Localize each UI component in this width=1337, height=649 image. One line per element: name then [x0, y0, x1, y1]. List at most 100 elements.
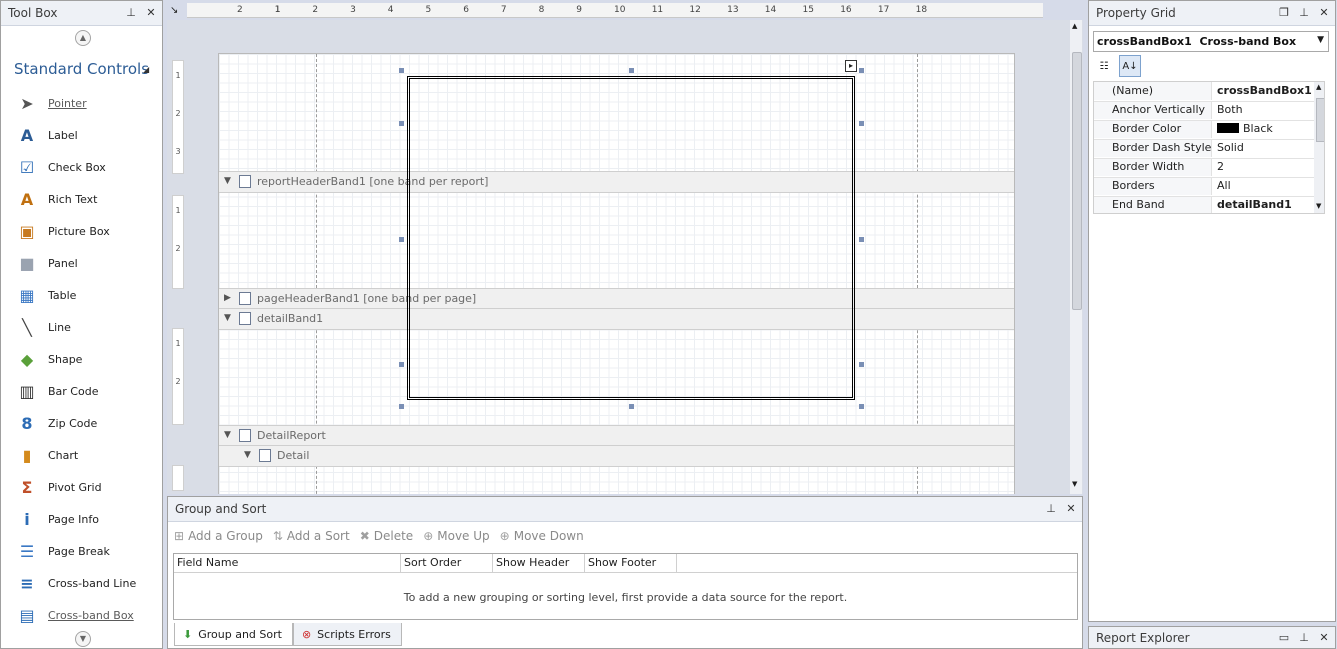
property-grid-toolbar: ☷ A↓ — [1093, 55, 1141, 77]
tool-item-chart[interactable]: ▮ Chart — [1, 440, 161, 472]
add-sort-button[interactable]: ⇅ Add a Sort — [273, 527, 350, 545]
resize-handle[interactable] — [399, 362, 404, 367]
column-header-show-footer[interactable]: Show Footer — [585, 554, 677, 572]
close-icon[interactable]: ✕ — [144, 6, 158, 20]
resize-handle[interactable] — [859, 68, 864, 73]
tool-item-label[interactable]: A Label — [1, 120, 161, 152]
scrollbar-thumb[interactable] — [1072, 52, 1082, 310]
tool-item-bar-code[interactable]: ▥ Bar Code — [1, 376, 161, 408]
close-icon[interactable]: ✕ — [1317, 631, 1331, 645]
resize-handle[interactable] — [399, 121, 404, 126]
tool-item-table[interactable]: ▦ Table — [1, 280, 161, 312]
column-header-show-header[interactable]: Show Header — [493, 554, 585, 572]
tab-scripts-errors[interactable]: ⊗ Scripts Errors — [292, 623, 402, 646]
tool-item-line[interactable]: ╲ Line — [1, 312, 161, 344]
tool-item-cross-band-box[interactable]: ▤ Cross-band Box — [1, 600, 161, 632]
categorized-icon[interactable]: ☷ — [1093, 55, 1115, 77]
column-header-sort-order[interactable]: Sort Order — [401, 554, 493, 572]
resize-handle[interactable] — [399, 68, 404, 73]
tool-item-check-box[interactable]: ☑ Check Box — [1, 152, 161, 184]
minimize-icon[interactable]: ▭ — [1277, 631, 1291, 645]
scroll-up-arrow-icon[interactable]: ▲ — [1316, 83, 1321, 91]
property-row[interactable]: Border Width 2 — [1094, 158, 1324, 178]
collapse-icon[interactable]: ◢ — [143, 65, 149, 74]
close-icon[interactable]: ✕ — [1317, 6, 1331, 20]
move-up-button[interactable]: ⊕ Move Up — [423, 527, 489, 545]
resize-handle[interactable] — [399, 237, 404, 242]
property-row[interactable]: Anchor Vertically Both — [1094, 101, 1324, 121]
property-scrollbar[interactable]: ▲ ▼ — [1314, 82, 1324, 213]
tool-item-page-info[interactable]: i Page Info — [1, 504, 161, 536]
property-value[interactable]: Solid — [1212, 139, 1324, 157]
tool-item-pointer[interactable]: ➤ Pointer — [1, 88, 161, 120]
resize-handle[interactable] — [629, 68, 634, 73]
band-expand-icon[interactable]: ▶ — [224, 293, 231, 303]
scroll-down-arrow-icon[interactable]: ▼ — [1316, 202, 1321, 210]
resize-handle[interactable] — [859, 237, 864, 242]
standard-controls-header[interactable]: Standard Controls — [14, 60, 149, 78]
close-icon[interactable]: ✕ — [1064, 502, 1078, 516]
property-value[interactable]: detailBand1 — [1212, 196, 1324, 213]
float-icon[interactable]: ❐ — [1277, 6, 1291, 20]
band-detail-report[interactable]: ▼ DetailReport — [219, 425, 1014, 447]
property-row[interactable]: End Band detailBand1 — [1094, 196, 1324, 213]
band-expand-icon[interactable]: ▼ — [224, 313, 231, 323]
object-selector-dropdown[interactable]: crossBandBox1 Cross-band Box ▼ — [1093, 31, 1329, 52]
empty-grid-message: To add a new grouping or sorting level, … — [403, 591, 848, 604]
tab-label: Group and Sort — [198, 627, 282, 641]
tab-group-and-sort[interactable]: ⬇ Group and Sort — [174, 623, 293, 646]
tool-item-picture-box[interactable]: ▣ Picture Box — [1, 216, 161, 248]
pin-icon[interactable]: ⊥ — [124, 6, 138, 20]
move-down-button[interactable]: ⊕ Move Down — [500, 527, 584, 545]
band-sub-detail[interactable]: ▼ Detail — [219, 445, 1014, 467]
cross-band-box[interactable] — [407, 76, 855, 400]
pin-icon[interactable]: ⊥ — [1297, 631, 1311, 645]
property-value-text: detailBand1 — [1217, 198, 1292, 211]
tool-item-cross-band-line[interactable]: ≡ Cross-band Line — [1, 568, 161, 600]
property-value[interactable]: crossBandBox1 — [1212, 82, 1324, 100]
property-value[interactable]: Both — [1212, 101, 1324, 119]
property-row[interactable]: Border Color Black — [1094, 120, 1324, 140]
resize-handle[interactable] — [859, 121, 864, 126]
page-break-icon: ☰ — [19, 542, 35, 561]
band-icon — [259, 449, 271, 462]
tool-item-pivot-grid[interactable]: Σ Pivot Grid — [1, 472, 161, 504]
band-expand-icon[interactable]: ▼ — [244, 450, 251, 460]
group-sort-grid[interactable]: Field Name Sort Order Show Header Show F… — [173, 553, 1078, 620]
band-expand-icon[interactable]: ▼ — [224, 176, 231, 186]
property-row[interactable]: Borders All — [1094, 177, 1324, 197]
resize-handle[interactable] — [629, 404, 634, 409]
resize-handle[interactable] — [859, 362, 864, 367]
resize-handle[interactable] — [399, 404, 404, 409]
band-expand-icon[interactable]: ▼ — [224, 430, 231, 440]
tool-item-zip-code[interactable]: 8 Zip Code — [1, 408, 161, 440]
property-value[interactable]: Black — [1212, 120, 1324, 138]
report-page[interactable]: ▼ reportHeaderBand1 [one band per report… — [218, 53, 1015, 494]
pin-icon[interactable]: ⊥ — [1044, 502, 1058, 516]
property-value[interactable]: 2 — [1212, 158, 1324, 176]
column-header-field-name[interactable]: Field Name — [174, 554, 401, 572]
scroll-down-arrow-icon[interactable]: ▼ — [1072, 480, 1077, 488]
resize-handle[interactable] — [859, 404, 864, 409]
scroll-up-icon[interactable]: ▲ — [75, 30, 91, 46]
delete-button[interactable]: ✖ Delete — [360, 527, 414, 545]
tool-item-shape[interactable]: ◆ Shape — [1, 344, 161, 376]
error-icon: ⊗ — [301, 627, 312, 641]
tool-item-label: Pointer — [48, 97, 87, 110]
scroll-down-icon[interactable]: ▼ — [75, 631, 91, 647]
property-value[interactable]: All — [1212, 177, 1324, 195]
alphabetical-sort-icon[interactable]: A↓ — [1119, 55, 1141, 77]
scrollbar-thumb[interactable] — [1316, 98, 1324, 142]
property-row[interactable]: Border Dash Style Solid — [1094, 139, 1324, 159]
add-group-button[interactable]: ⊞ Add a Group — [174, 527, 263, 545]
property-row[interactable]: (Name) crossBandBox1 — [1094, 82, 1324, 102]
scroll-up-arrow-icon[interactable]: ▲ — [1072, 22, 1077, 30]
pin-icon[interactable]: ⊥ — [1297, 6, 1311, 20]
smart-tag-icon[interactable]: ▸ — [845, 60, 857, 72]
tool-item-page-break[interactable]: ☰ Page Break — [1, 536, 161, 568]
design-vertical-scrollbar[interactable]: ▲ ▼ — [1070, 20, 1082, 494]
tool-item-rich-text[interactable]: A Rich Text — [1, 184, 161, 216]
chevron-down-icon[interactable]: ▼ — [1317, 35, 1324, 45]
tool-item-panel[interactable]: ■ Panel — [1, 248, 161, 280]
ruler-corner-icon[interactable]: ↘ — [170, 5, 178, 16]
